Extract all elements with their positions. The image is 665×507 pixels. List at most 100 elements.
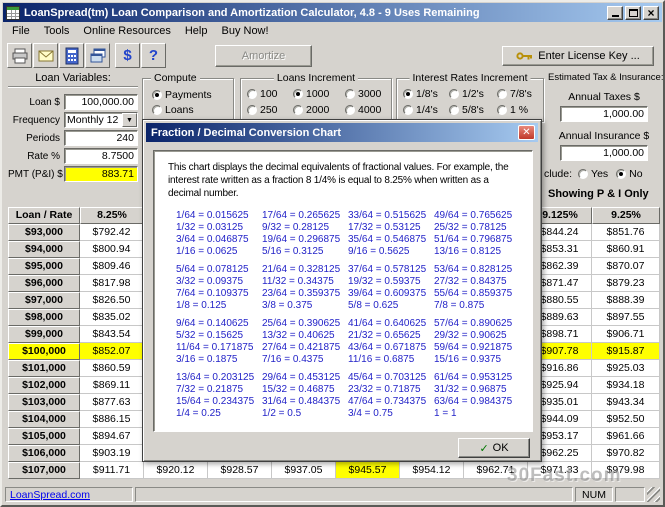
include-option-yes[interactable]: Yes	[578, 168, 608, 180]
fraction-entry: 1/32 = 0.03125	[176, 222, 244, 233]
fraction-entry: 41/64 = 0.640625	[348, 318, 427, 329]
loan-row-header: $103,000	[8, 394, 80, 411]
fraction-entry: 53/64 = 0.828125	[434, 264, 513, 275]
table-cell: $886.15	[80, 411, 144, 428]
rate-field[interactable]: 8.7500	[64, 148, 138, 164]
close-button[interactable]: ×	[643, 5, 659, 20]
table-cell: $809.46	[80, 258, 144, 275]
print-button[interactable]	[7, 43, 32, 68]
fraction-entry: 21/64 = 0.328125	[262, 264, 341, 275]
ok-button[interactable]: ✓ OK	[458, 438, 530, 458]
email-button[interactable]	[33, 43, 58, 68]
loan-row-header: $99,000	[8, 326, 80, 343]
frequency-select[interactable]: Monthly 12 ▼	[64, 112, 138, 128]
fraction-entry: 35/64 = 0.546875	[348, 234, 427, 245]
menu-item-file[interactable]: File	[5, 23, 37, 39]
loans-increment-option-3000[interactable]: 3000	[345, 88, 391, 100]
fraction-entry: 25/32 = 0.78125	[434, 222, 507, 233]
radio-icon	[403, 89, 413, 99]
pmt-p-i-field[interactable]: 883.71	[64, 166, 138, 182]
loanspread-link[interactable]: LoanSpread.com	[10, 489, 90, 501]
menu-item-tools[interactable]: Tools	[37, 23, 77, 39]
calculator-button[interactable]	[59, 43, 84, 68]
include-option-no[interactable]: No	[616, 168, 643, 180]
status-panel	[615, 487, 645, 502]
chevron-down-icon[interactable]: ▼	[122, 113, 137, 127]
loans-increment-option-4000[interactable]: 4000	[345, 104, 391, 116]
table-cell: $879.23	[592, 275, 660, 292]
loan-row-header: $95,000	[8, 258, 80, 275]
table-cell: $897.55	[592, 309, 660, 326]
enter-license-key-button[interactable]: Enter License Key ...	[502, 46, 654, 66]
annual-insurance-field[interactable]: 1,000.00	[560, 145, 648, 161]
minimize-icon	[611, 15, 619, 17]
fraction-entry: 3/64 = 0.046875	[176, 234, 249, 245]
maximize-icon	[628, 8, 638, 17]
fraction-entry: 13/16 = 0.8125	[434, 246, 502, 257]
column-header-loan-rate: Loan / Rate	[8, 207, 80, 224]
periods-field[interactable]: 240	[64, 130, 138, 146]
table-cell: $894.67	[80, 428, 144, 445]
table-cell: $915.87	[592, 343, 660, 360]
table-cell: $934.18	[592, 377, 660, 394]
table-cell: $869.11	[80, 377, 144, 394]
rates-increment-option-1[interactable]: 1 %	[497, 104, 541, 116]
dialog-content-panel: This chart displays the decimal equivale…	[153, 150, 533, 432]
loans-increment-option-1000[interactable]: 1000	[293, 88, 345, 100]
table-cell: $952.50	[592, 411, 660, 428]
table-cell: $860.91	[592, 241, 660, 258]
menu-item-help[interactable]: Help	[178, 23, 215, 39]
rates-increment-option-1-8-s[interactable]: 1/8's	[403, 88, 449, 100]
question-icon: ?	[148, 47, 159, 64]
annual-taxes-field[interactable]: 1,000.00	[560, 106, 648, 122]
radio-icon	[497, 89, 507, 99]
loan-field[interactable]: 100,000.00	[64, 94, 138, 110]
showing-pi-only-label: Showing P & I Only	[548, 188, 649, 200]
ok-button-label: OK	[492, 442, 509, 454]
amortize-button[interactable]: Amortize	[215, 45, 312, 67]
fraction-entry: 7/32 = 0.21875	[176, 384, 244, 395]
help-button[interactable]: ?	[141, 43, 166, 68]
estimated-tax-insurance-panel: Estimated Tax & Insurance: Annual Taxes …	[548, 72, 663, 161]
annual-insurance-label: Annual Insurance $	[558, 130, 650, 142]
dollar-icon: $	[123, 47, 132, 64]
num-lock-indicator: NUM	[575, 487, 613, 502]
minimize-button[interactable]	[607, 5, 623, 20]
radio-icon	[616, 169, 627, 179]
column-header-9-25: 9.25%	[592, 207, 660, 224]
table-cell: $937.05	[272, 462, 336, 479]
menu-bar: File Tools Online Resources Help Buy Now!	[3, 22, 662, 40]
maximize-button[interactable]	[625, 5, 641, 20]
rates-increment-option-1-4-s[interactable]: 1/4's	[403, 104, 449, 116]
loan-row-header: $94,000	[8, 241, 80, 258]
fraction-entry: 37/64 = 0.578125	[348, 264, 427, 275]
table-cell: $843.54	[80, 326, 144, 343]
compute-option-payments[interactable]: Payments	[152, 89, 233, 101]
fraction-entry: 5/16 = 0.3125	[262, 246, 324, 257]
fraction-entry: 7/64 = 0.109375	[176, 288, 249, 299]
toolbar: $ ? Amortize Enter License Key ...	[3, 40, 662, 71]
rates-increment-option-7-8-s[interactable]: 7/8's	[497, 88, 541, 100]
dialog-close-button[interactable]: ✕	[518, 125, 535, 140]
fraction-entry: 17/32 = 0.53125	[348, 222, 421, 233]
menu-item-buy-now[interactable]: Buy Now!	[214, 23, 275, 39]
resize-grip[interactable]	[647, 487, 660, 502]
loans-increment-option-250[interactable]: 250	[247, 104, 293, 116]
fraction-entry: 47/64 = 0.734375	[348, 396, 427, 407]
loans-increment-option-2000[interactable]: 2000	[293, 104, 345, 116]
fraction-entry: 1/4 = 0.25	[176, 408, 221, 419]
currency-button[interactable]: $	[115, 43, 140, 68]
fraction-entry: 21/32 = 0.65625	[348, 330, 421, 341]
cascade-windows-button[interactable]	[85, 43, 110, 68]
table-cell: $852.07	[80, 343, 144, 360]
fraction-entry: 61/64 = 0.953125	[434, 372, 513, 383]
loans-increment-option-100[interactable]: 100	[247, 88, 293, 100]
menu-item-online-resources[interactable]: Online Resources	[76, 23, 177, 39]
rates-increment-option-1-2-s[interactable]: 1/2's	[449, 88, 497, 100]
close-icon: ×	[647, 5, 655, 20]
fraction-entry: 15/16 = 0.9375	[434, 354, 502, 365]
radio-icon	[293, 89, 303, 99]
fraction-entry: 17/64 = 0.265625	[262, 210, 341, 221]
rates-increment-option-5-8-s[interactable]: 5/8's	[449, 104, 497, 116]
compute-option-loans[interactable]: Loans	[152, 104, 233, 116]
